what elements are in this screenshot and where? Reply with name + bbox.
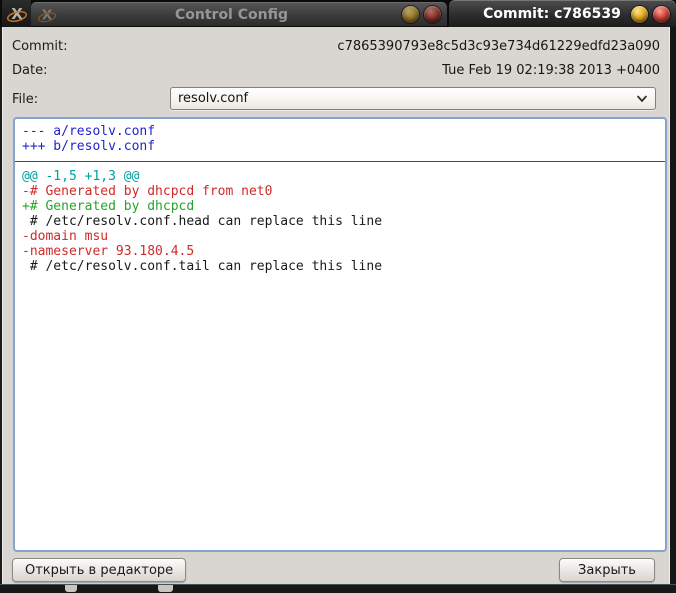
open-in-editor-button[interactable]: Открыть в редакторе	[12, 558, 186, 582]
diff-line-add: +# Generated by dhcpcd	[22, 199, 665, 214]
dialog-titlebar[interactable]: Commit: c786539	[449, 0, 676, 27]
background-window-fragment	[158, 585, 173, 592]
minimize-button[interactable]	[402, 6, 419, 23]
diff-line-del: -nameserver 93.180.4.5	[22, 244, 665, 259]
date-value: Tue Feb 19 02:19:38 2013 +0400	[47, 63, 660, 78]
background-window-bottom-edge	[0, 584, 676, 593]
x-logo-icon: X	[6, 3, 28, 25]
commit-hash-value: c7865390793e8c5d3c93e734d61229edfd23a090	[67, 39, 660, 54]
background-window-fragment	[65, 585, 77, 592]
commit-row: Commit: c7865390793e8c5d3c93e734d61229ed…	[12, 36, 660, 56]
date-row: Date: Tue Feb 19 02:19:38 2013 +0400	[12, 60, 660, 80]
diff-line-del: -# Generated by dhcpcd from net0	[22, 184, 665, 199]
app-icon-tile: X	[2, 0, 31, 28]
diff-content: --- a/resolv.conf+++ b/resolv.conf @@ -1,…	[15, 119, 665, 274]
minimize-button[interactable]	[631, 6, 648, 23]
diff-line-del: -domain msu	[22, 229, 665, 244]
dialog-title: Commit: c786539	[473, 6, 631, 22]
background-window-title: Control Config	[61, 7, 402, 23]
chevron-down-icon	[636, 95, 648, 103]
file-select[interactable]: resolv.conf	[170, 87, 656, 110]
diff-line-ctx: # /etc/resolv.conf.tail can replace this…	[22, 259, 665, 274]
close-icon[interactable]	[424, 6, 441, 23]
close-dialog-button[interactable]: Закрыть	[559, 558, 655, 582]
close-icon[interactable]	[653, 6, 670, 23]
diff-line-hunk: @@ -1,5 +1,3 @@	[22, 169, 665, 184]
titlebar-strip: X X Control Config Commit: c786539	[0, 0, 676, 27]
file-label: File:	[12, 92, 38, 107]
background-window-controls	[402, 6, 441, 23]
file-row: File: resolv.conf	[12, 87, 660, 111]
screen: X X Control Config Commit: c786539	[0, 0, 676, 593]
date-label: Date:	[12, 63, 47, 78]
file-select-value: resolv.conf	[178, 91, 248, 106]
diff-separator	[15, 154, 665, 169]
dialog-body: Commit: c7865390793e8c5d3c93e734d61229ed…	[0, 27, 676, 584]
x-logo-icon: X	[37, 5, 57, 25]
diff-line-meta: --- a/resolv.conf	[22, 124, 665, 139]
dialog-window-controls	[631, 6, 670, 23]
diff-line-ctx: # /etc/resolv.conf.head can replace this…	[22, 214, 665, 229]
diff-line-meta: +++ b/resolv.conf	[22, 139, 665, 154]
commit-label: Commit:	[12, 39, 67, 54]
diff-view[interactable]: --- a/resolv.conf+++ b/resolv.conf @@ -1,…	[13, 117, 667, 552]
background-window-titlebar[interactable]: X Control Config	[31, 2, 447, 26]
